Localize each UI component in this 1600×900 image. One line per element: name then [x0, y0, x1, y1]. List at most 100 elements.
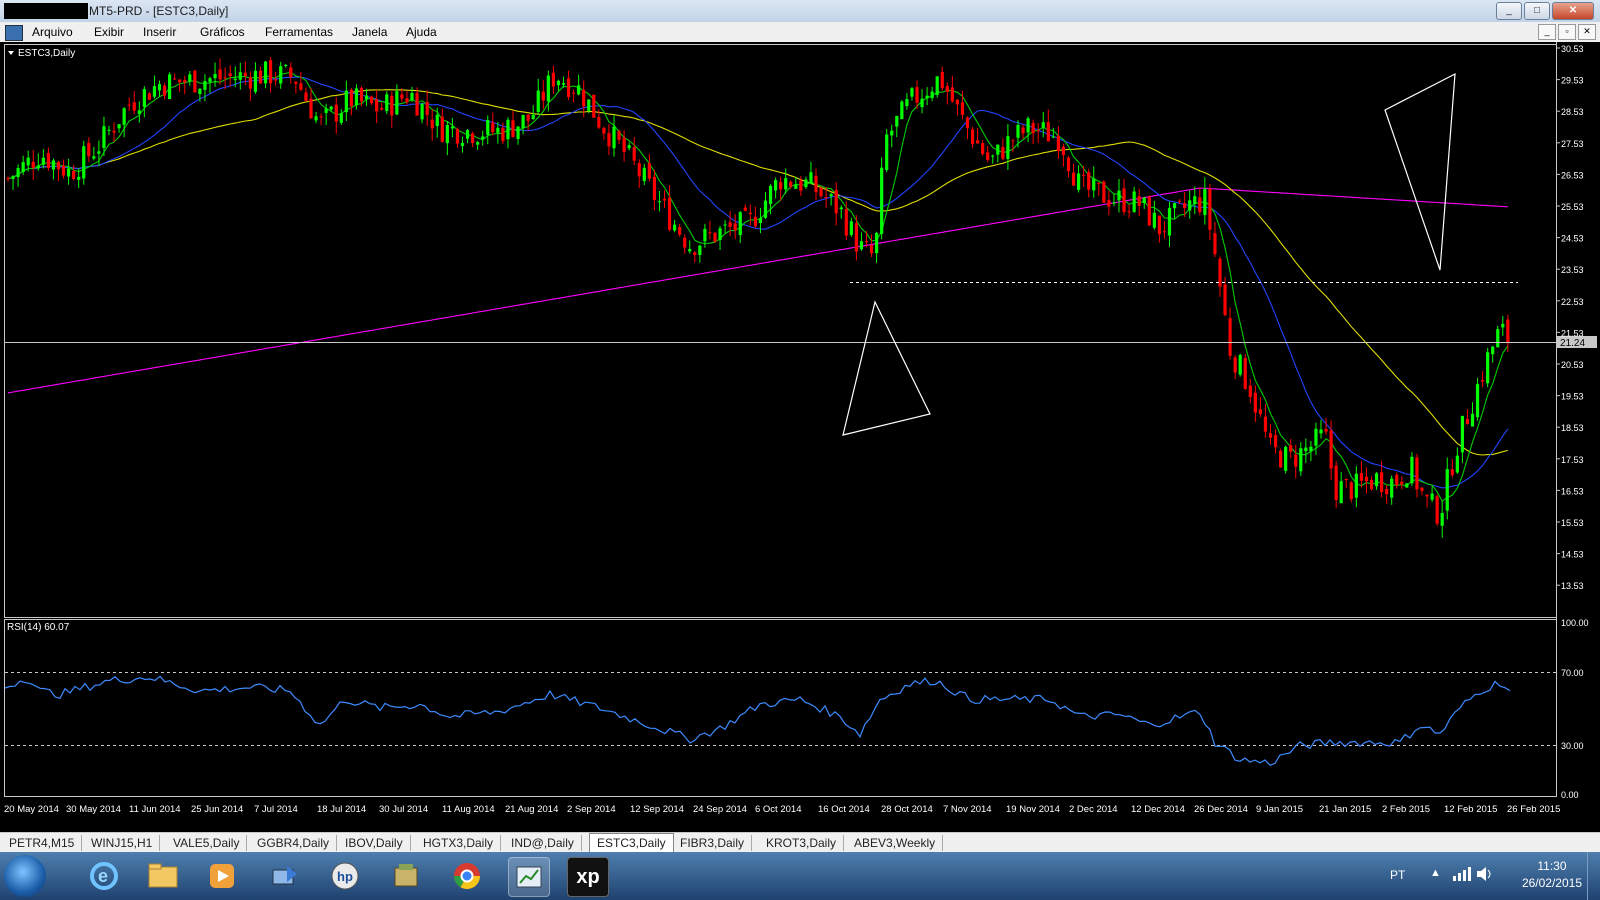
- network-icon[interactable]: [263, 857, 303, 895]
- candle-bear: [733, 223, 737, 231]
- signal-icon[interactable]: [1452, 866, 1472, 882]
- candle-bear: [127, 104, 131, 106]
- candle-bull: [774, 180, 778, 191]
- candle-bull: [97, 151, 101, 154]
- candle-bull: [26, 157, 30, 166]
- candle-bear: [248, 77, 252, 89]
- triangle-drawing-down[interactable]: [1384, 72, 1456, 271]
- mt5-icon[interactable]: [508, 857, 550, 897]
- candle-bear: [960, 102, 965, 115]
- tab-ind-daily[interactable]: IND@,Daily: [504, 835, 582, 851]
- candle-bear: [869, 245, 874, 254]
- candle-bear: [183, 79, 187, 83]
- candle-bull: [688, 249, 692, 252]
- candle-bear: [1273, 435, 1278, 448]
- candle-bull: [460, 142, 465, 146]
- ma-long-line: [7, 187, 1508, 394]
- candle-bear: [945, 86, 949, 92]
- candle-bear: [779, 181, 783, 190]
- candle-bear: [491, 122, 495, 133]
- menu-janela[interactable]: Janela: [352, 25, 387, 39]
- candle-bear: [349, 89, 353, 107]
- candle-bear: [602, 127, 606, 134]
- tab-abev3-weekly[interactable]: ABEV3,Weekly: [847, 835, 944, 851]
- ma-fast-line: [7, 71, 1509, 502]
- menu-graficos[interactable]: Gráficos: [200, 25, 245, 39]
- price-chart[interactable]: ESTC3,Daily 21.24 30.53 29.53 28.53 27.53 26…: [0, 42, 1600, 832]
- candle-bull: [1026, 118, 1030, 133]
- menu-arquivo[interactable]: Arquivo: [32, 25, 73, 39]
- xp-icon[interactable]: xp: [567, 857, 609, 897]
- tab-vale5-daily[interactable]: VALE5,Daily: [166, 835, 248, 851]
- rsi-label: RSI(14) 60.07: [7, 622, 70, 633]
- candle-bear: [1395, 474, 1399, 486]
- chrome-icon[interactable]: [447, 857, 487, 895]
- date-tick-label: 18 Jul 2014: [317, 804, 366, 815]
- candle-bull: [339, 113, 343, 123]
- triangle-drawing-up[interactable]: [842, 300, 931, 436]
- media-player-icon[interactable]: [202, 857, 242, 895]
- candle-bear: [753, 216, 757, 227]
- clock[interactable]: 11:30 26/02/2015: [1522, 858, 1582, 892]
- candle-bear: [1127, 211, 1131, 213]
- candle-bull: [486, 119, 490, 135]
- candle-bear: [294, 81, 298, 84]
- language-indicator[interactable]: PT: [1390, 868, 1405, 882]
- candle-bull: [1051, 136, 1055, 138]
- candle-bull: [122, 108, 126, 125]
- mdi-close-button[interactable]: ✕: [1578, 24, 1596, 40]
- rsi-tick-label: 0.00: [1561, 790, 1579, 800]
- tab-petr4-m15[interactable]: PETR4,M15: [2, 835, 83, 851]
- start-orb-icon[interactable]: [4, 855, 46, 897]
- candle-bull: [718, 228, 722, 241]
- candle-bear: [1031, 122, 1035, 134]
- tab-estc3-daily[interactable]: ESTC3,Daily: [589, 833, 674, 853]
- ma-slow-line: [7, 89, 1508, 456]
- candle-bull: [738, 212, 742, 236]
- close-button[interactable]: ✕: [1552, 2, 1594, 20]
- tab-ggbr4-daily[interactable]: GGBR4,Daily: [250, 835, 338, 851]
- candle-bear: [622, 137, 626, 152]
- tab-hgtx3-daily[interactable]: HGTX3,Daily: [416, 835, 502, 851]
- tab-fibr3-daily[interactable]: FIBR3,Daily: [673, 835, 753, 851]
- tray-expand-icon[interactable]: ▲: [1430, 867, 1441, 879]
- chart-window[interactable]: ESTC3,Daily 21.24 30.53 29.53 28.53 27.53 26…: [0, 42, 1600, 832]
- candle-bear: [950, 87, 954, 102]
- volume-icon[interactable]: [1476, 866, 1494, 882]
- app-chart-icon[interactable]: [5, 25, 23, 41]
- tab-ibov-daily[interactable]: IBOV,Daily: [338, 835, 411, 851]
- price-tick-label: 28.53: [1561, 107, 1584, 117]
- show-desktop-button[interactable]: [1587, 852, 1600, 900]
- mdi-minimize-button[interactable]: _: [1538, 24, 1556, 40]
- ie-icon[interactable]: e: [84, 857, 124, 895]
- symbol-dropdown-icon[interactable]: [8, 51, 14, 55]
- candle-bull: [1445, 469, 1449, 511]
- candle-bull: [1142, 197, 1146, 204]
- candle-bull: [67, 168, 71, 177]
- candle-bull: [794, 184, 798, 189]
- date-tick-label: 19 Nov 2014: [1006, 804, 1060, 815]
- candle-bull: [314, 116, 318, 121]
- candle-bull: [344, 90, 348, 113]
- candle-bear: [471, 133, 475, 144]
- candle-bear: [162, 85, 167, 96]
- maximize-button[interactable]: □: [1524, 2, 1550, 20]
- candle-bear: [1450, 469, 1454, 476]
- menu-ajuda[interactable]: Ajuda: [406, 25, 437, 39]
- tab-winj15-h1[interactable]: WINJ15,H1: [84, 835, 161, 851]
- candle-bull: [1496, 329, 1500, 348]
- minimize-button[interactable]: _: [1496, 2, 1522, 20]
- candle-bull: [435, 114, 439, 126]
- hp-icon[interactable]: hp: [325, 857, 365, 895]
- explorer-folder-icon[interactable]: [143, 857, 183, 895]
- tab-krot3-daily[interactable]: KROT3,Daily: [759, 835, 845, 851]
- menu-ferramentas[interactable]: Ferramentas: [265, 25, 333, 39]
- menu-exibir[interactable]: Exibir: [94, 25, 124, 39]
- candle-bull: [1092, 178, 1096, 191]
- archive-icon[interactable]: [386, 857, 426, 895]
- candle-bull: [849, 221, 853, 235]
- candle-bull: [506, 119, 510, 140]
- menu-inserir[interactable]: Inserir: [143, 25, 176, 39]
- mdi-restore-button[interactable]: ▫: [1558, 24, 1576, 40]
- candle-bull: [1016, 124, 1020, 138]
